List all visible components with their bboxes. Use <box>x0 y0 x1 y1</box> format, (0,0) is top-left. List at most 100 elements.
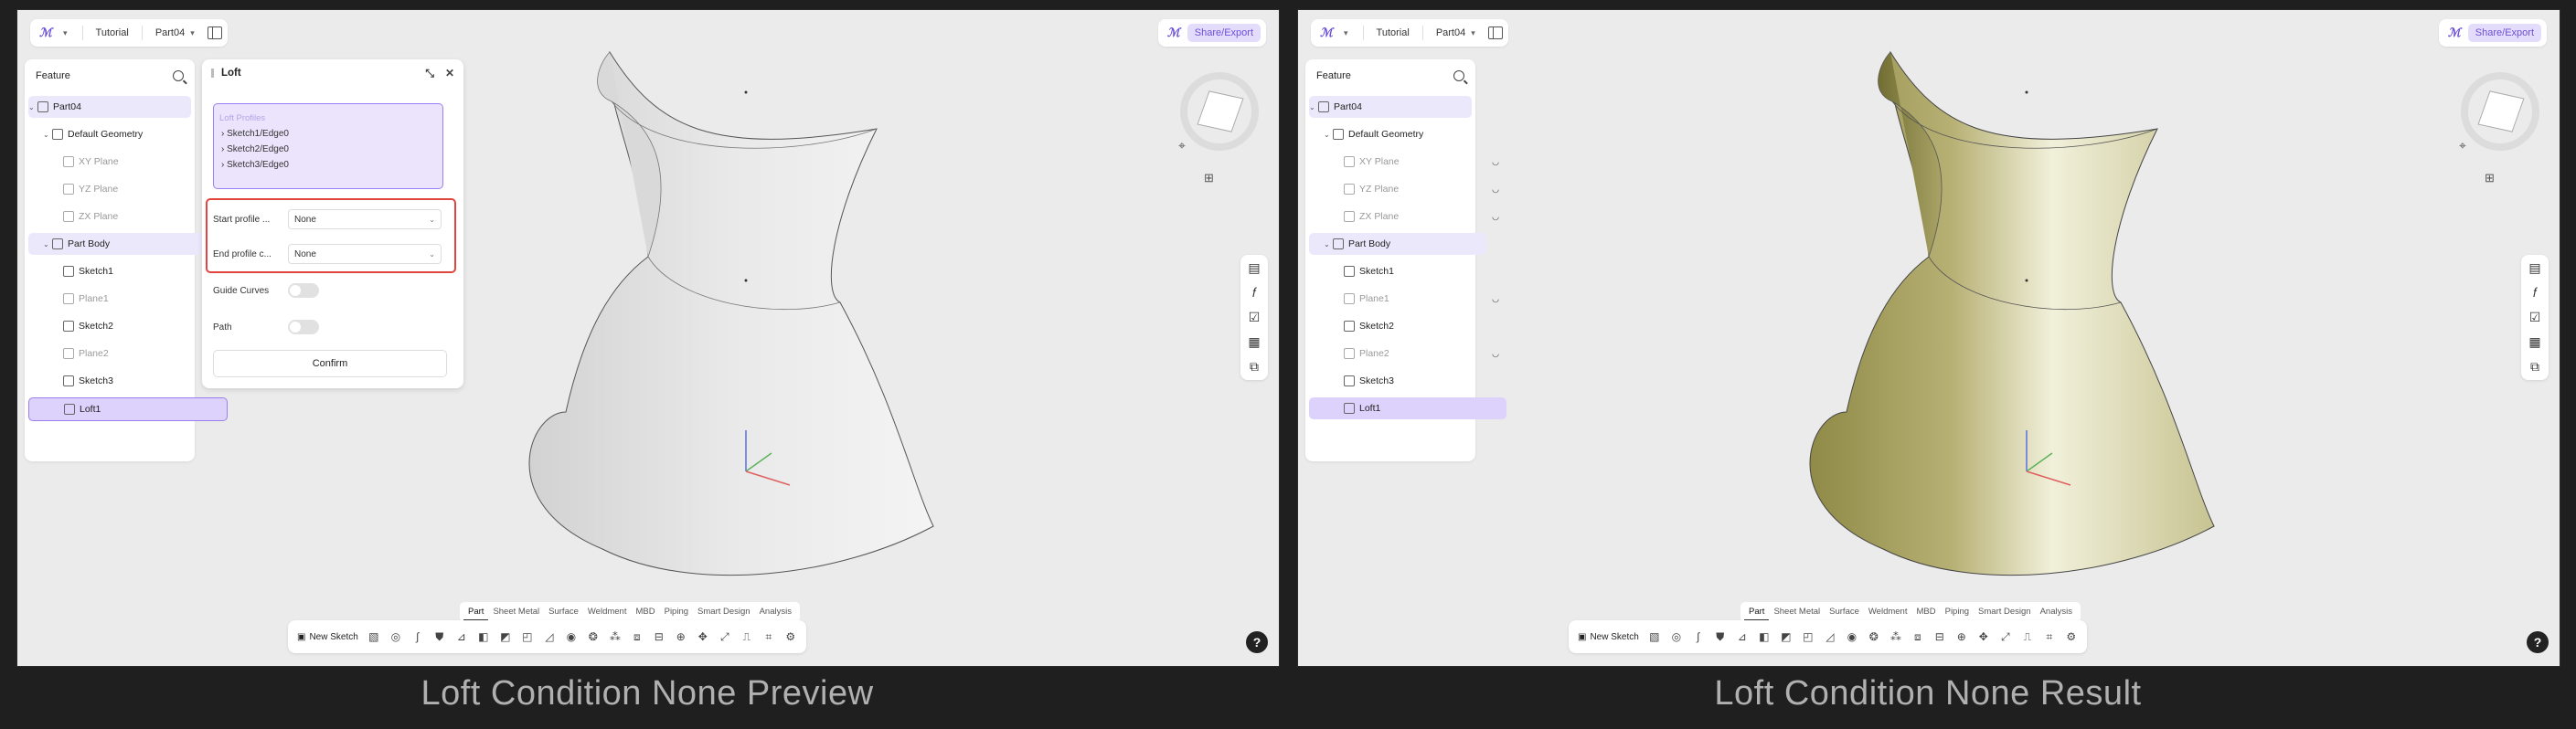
tree-item-sketch3[interactable]: Sketch3 <box>28 370 226 392</box>
view-cube[interactable]: ⌖ ⊞ <box>2455 70 2547 185</box>
tree-item-sketch2[interactable]: Sketch2 <box>1309 315 1506 337</box>
scale-icon[interactable]: ⤢ <box>719 630 731 643</box>
share-export-button[interactable]: Share/Export <box>2467 24 2541 42</box>
tab-surface[interactable]: Surface <box>544 604 583 620</box>
tab-surface[interactable]: Surface <box>1825 604 1864 620</box>
shell-icon[interactable]: ◰ <box>521 630 534 643</box>
scale-icon[interactable]: ⤢ <box>1999 630 2012 643</box>
end-profile-select[interactable]: None ⌄ <box>288 244 442 264</box>
share-export-button[interactable]: Share/Export <box>1187 24 1261 42</box>
loft-result-surface[interactable] <box>1298 10 2560 666</box>
part-selector[interactable]: Part04 <box>155 27 185 38</box>
chamfer-icon[interactable]: ◩ <box>1780 630 1793 643</box>
table-icon[interactable]: ▦ <box>2528 334 2540 350</box>
new-sketch-button[interactable]: ▣ New Sketch <box>297 632 358 642</box>
extrude-icon[interactable]: ▧ <box>367 630 380 643</box>
section-icon[interactable]: ⌗ <box>762 630 775 643</box>
rib-icon[interactable]: ⊿ <box>455 630 468 643</box>
profile-item[interactable]: › Sketch2/Edge0 <box>221 144 442 154</box>
mirror-icon[interactable]: ⧈ <box>1911 630 1924 643</box>
start-profile-select[interactable]: None ⌄ <box>288 209 442 229</box>
settings-icon[interactable]: ⚙ <box>784 630 797 643</box>
thread-icon[interactable]: ❂ <box>1868 630 1880 643</box>
hole-icon[interactable]: ◉ <box>565 630 578 643</box>
formula-icon[interactable]: 𝑓 <box>2533 285 2537 301</box>
tab-analysis[interactable]: Analysis <box>755 604 796 620</box>
revolve-icon[interactable]: ◎ <box>389 630 402 643</box>
table-icon[interactable]: ▦ <box>1248 334 1260 350</box>
document-icon[interactable]: ▤ <box>2528 260 2540 276</box>
view-mode-icon[interactable]: ⊞ <box>2485 171 2495 185</box>
measure-icon[interactable]: ⎍ <box>2021 630 2034 643</box>
chevron-down-icon[interactable]: ▾ <box>190 28 195 38</box>
loft-icon[interactable]: ⛊ <box>1714 630 1727 643</box>
shell-icon[interactable]: ◰ <box>1802 630 1815 643</box>
chevron-down-icon[interactable]: ▾ <box>1344 28 1348 38</box>
tab-smart-design[interactable]: Smart Design <box>693 604 755 620</box>
layers-icon[interactable]: ⧉ <box>1250 359 1259 375</box>
search-icon[interactable] <box>173 70 184 81</box>
tree-item-sketch3[interactable]: Sketch3 <box>1309 370 1506 392</box>
split-icon[interactable]: ⊟ <box>1933 630 1946 643</box>
move-icon[interactable]: ✥ <box>1977 630 1990 643</box>
path-toggle[interactable] <box>288 320 319 334</box>
tree-item-sketch2[interactable]: Sketch2 <box>28 315 226 337</box>
panel-toggle-icon[interactable] <box>1487 26 1503 39</box>
view-mode-icon[interactable]: ⊞ <box>1204 171 1214 185</box>
tab-smart-design[interactable]: Smart Design <box>1974 604 2036 620</box>
document-icon[interactable]: ▤ <box>1248 260 1260 276</box>
project-name[interactable]: Tutorial <box>96 27 129 38</box>
help-icon[interactable]: ? <box>1246 631 1268 653</box>
combine-icon[interactable]: ⊕ <box>1955 630 1968 643</box>
measure-icon[interactable]: ⎍ <box>740 630 753 643</box>
mirror-icon[interactable]: ⧈ <box>631 630 644 643</box>
tree-item-part-body[interactable]: ⌄ Part Body <box>1309 233 1486 255</box>
guide-curves-toggle[interactable] <box>288 283 319 298</box>
tree-item-part-body[interactable]: ⌄ Part Body <box>28 233 206 255</box>
tab-weldment[interactable]: Weldment <box>583 604 632 620</box>
fillet-icon[interactable]: ◧ <box>1758 630 1771 643</box>
tree-item-default-geometry[interactable]: ⌄ Default Geometry <box>28 123 206 145</box>
fit-view-icon[interactable]: ⌖ <box>1178 138 1186 153</box>
tree-item-loft1[interactable]: Loft1 <box>1309 397 1506 419</box>
section-icon[interactable]: ⌗ <box>2043 630 2056 643</box>
profile-item[interactable]: › Sketch3/Edge0 <box>221 160 442 170</box>
draft-icon[interactable]: ◿ <box>543 630 556 643</box>
tab-mbd[interactable]: MBD <box>631 604 659 620</box>
revolve-icon[interactable]: ◎ <box>1670 630 1683 643</box>
tree-item-part[interactable]: ⌄ Part04 <box>28 96 191 118</box>
tree-item-default-geometry[interactable]: ⌄ Default Geometry <box>1309 123 1486 145</box>
new-sketch-button[interactable]: ▣ New Sketch <box>1578 632 1639 642</box>
confirm-button[interactable]: Confirm <box>213 350 447 377</box>
extrude-icon[interactable]: ▧ <box>1648 630 1661 643</box>
move-icon[interactable]: ✥ <box>697 630 709 643</box>
sweep-icon[interactable]: ∫ <box>1692 630 1705 643</box>
tab-weldment[interactable]: Weldment <box>1864 604 1912 620</box>
combine-icon[interactable]: ⊕ <box>675 630 687 643</box>
pattern-icon[interactable]: ⁂ <box>1889 630 1902 643</box>
tree-item-plane1[interactable]: Plane1◡ <box>1309 288 1506 310</box>
view-cube[interactable]: ⌖ ⊞ <box>1175 70 1266 185</box>
tree-item-sketch1[interactable]: Sketch1 <box>28 260 226 282</box>
split-icon[interactable]: ⊟ <box>653 630 665 643</box>
assistant-icon[interactable]: ℳ <box>1167 26 1180 40</box>
fillet-icon[interactable]: ◧ <box>477 630 490 643</box>
tab-mbd[interactable]: MBD <box>1911 604 1940 620</box>
project-name[interactable]: Tutorial <box>1377 27 1410 38</box>
tree-item-loft1[interactable]: Loft1 <box>28 397 228 421</box>
chevron-down-icon[interactable]: ▾ <box>63 28 68 38</box>
checklist-icon[interactable]: ☑ <box>1249 310 1261 325</box>
tab-part[interactable]: Part <box>463 604 489 620</box>
close-icon[interactable]: ✕ <box>445 67 454 80</box>
panel-toggle-icon[interactable] <box>207 26 222 39</box>
app-logo-icon[interactable]: ℳ <box>1320 26 1340 40</box>
rib-icon[interactable]: ⊿ <box>1736 630 1749 643</box>
layers-icon[interactable]: ⧉ <box>2530 359 2539 375</box>
tree-item-plane1[interactable]: Plane1◡ <box>28 288 226 310</box>
profile-item[interactable]: › Sketch1/Edge0 <box>221 129 442 139</box>
settings-icon[interactable]: ⚙ <box>2065 630 2078 643</box>
hole-icon[interactable]: ◉ <box>1846 630 1858 643</box>
sweep-icon[interactable]: ∫ <box>411 630 424 643</box>
assistant-icon[interactable]: ℳ <box>2448 26 2461 40</box>
tab-piping[interactable]: Piping <box>660 604 693 620</box>
